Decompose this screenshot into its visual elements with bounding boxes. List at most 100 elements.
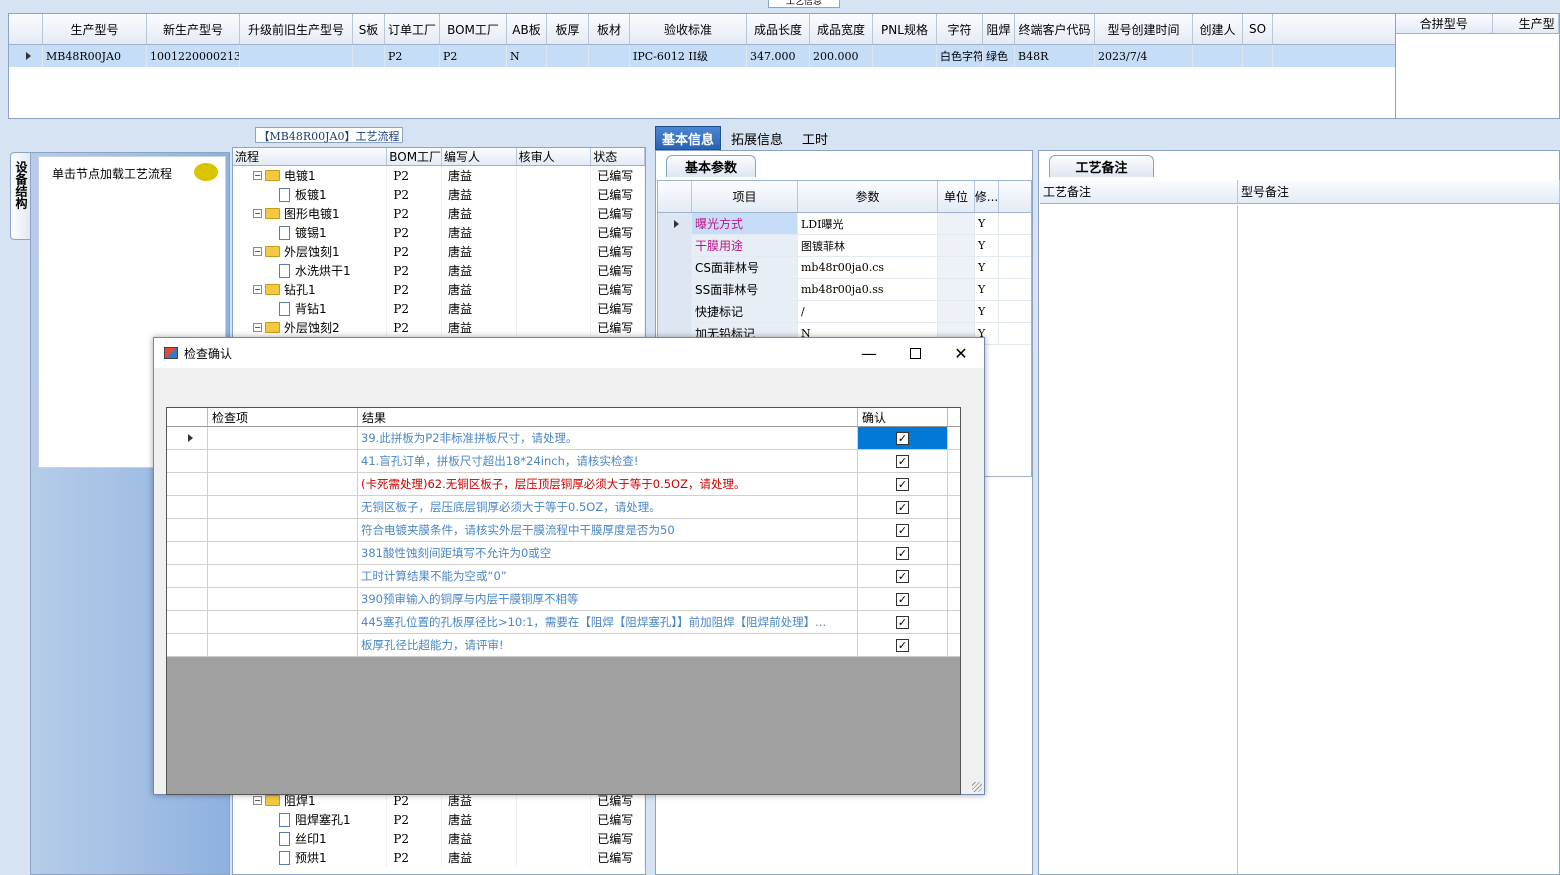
column-header[interactable]: SO bbox=[1243, 14, 1273, 44]
table-cell[interactable] bbox=[353, 45, 385, 67]
table-row[interactable]: 快捷标记 / Y bbox=[658, 301, 1031, 323]
param-value[interactable]: 图镀菲林 bbox=[798, 235, 938, 256]
check-row[interactable]: 445塞孔位置的孔板厚径比>10:1，需要在【阻焊【阻焊塞孔】】前加阻焊【阻焊前… bbox=[167, 611, 960, 634]
confirm-checkbox[interactable]: ✓ bbox=[896, 477, 909, 491]
table-cell[interactable]: 白色字符 bbox=[937, 45, 983, 67]
param-value[interactable]: / bbox=[798, 301, 938, 322]
column-header[interactable]: PNL规格 bbox=[873, 14, 937, 44]
column-header[interactable]: 生产型 bbox=[1493, 14, 1559, 33]
check-row[interactable]: 381酸性蚀刻间距填写不允许为0或空 ✓ bbox=[167, 542, 960, 565]
column-header[interactable]: 板厚 bbox=[547, 14, 589, 44]
table-cell[interactable] bbox=[547, 45, 589, 67]
param-item[interactable]: SS面菲林号 bbox=[692, 279, 798, 300]
column-header[interactable]: 创建人 bbox=[1193, 14, 1243, 44]
column-header[interactable]: 型号备注 bbox=[1238, 180, 1560, 203]
confirm-cell[interactable]: ✓ bbox=[858, 611, 948, 633]
check-row[interactable]: 板厚孔径比超能力，请评审! ✓ bbox=[167, 634, 960, 657]
column-header[interactable]: 型号创建时间 bbox=[1095, 14, 1193, 44]
tree-node[interactable]: 阻焊塞孔1 P2 唐益 已编写 bbox=[233, 810, 645, 829]
confirm-cell[interactable]: ✓ bbox=[858, 634, 948, 656]
tree-node[interactable]: 预烘1 P2 唐益 已编写 bbox=[233, 848, 645, 867]
param-modifiable[interactable]: Y bbox=[975, 301, 999, 322]
table-cell[interactable] bbox=[1193, 45, 1243, 67]
confirm-cell[interactable]: ✓ bbox=[858, 542, 948, 564]
table-cell[interactable]: 10012200002134 bbox=[147, 45, 240, 67]
confirm-checkbox[interactable]: ✓ bbox=[896, 569, 909, 583]
column-header[interactable]: 合拼型号 bbox=[1396, 14, 1493, 33]
check-result[interactable]: 符合电镀夹膜条件，请核实外层干膜流程中干膜厚度是否为50 bbox=[358, 519, 858, 541]
check-row[interactable]: 390预审输入的铜厚与内层干膜铜厚不相等 ✓ bbox=[167, 588, 960, 611]
column-header[interactable]: 修... bbox=[975, 181, 999, 212]
column-header[interactable]: 验收标准 bbox=[630, 14, 747, 44]
column-header[interactable]: 核审人 bbox=[517, 148, 592, 165]
check-item[interactable] bbox=[208, 588, 358, 610]
tree-node[interactable]: 水洗烘干1 P2 唐益 已编写 bbox=[233, 261, 645, 280]
tab-basic-info[interactable]: 基本信息 bbox=[655, 126, 721, 150]
check-item[interactable] bbox=[208, 473, 358, 495]
check-result[interactable]: 41.盲孔订单，拼板尺寸超出18*24inch，请核实检查! bbox=[358, 450, 858, 472]
row-selector[interactable] bbox=[167, 542, 208, 564]
column-header[interactable]: 板材 bbox=[589, 14, 630, 44]
tree-node[interactable]: 背钻1 P2 唐益 已编写 bbox=[233, 299, 645, 318]
top-tab-process-info[interactable]: 工艺信息 bbox=[768, 0, 840, 8]
check-result[interactable]: 381酸性蚀刻间距填写不允许为0或空 bbox=[358, 542, 858, 564]
confirm-checkbox[interactable]: ✓ bbox=[896, 454, 909, 468]
row-selector[interactable] bbox=[167, 588, 208, 610]
check-item[interactable] bbox=[208, 542, 358, 564]
confirm-checkbox[interactable]: ✓ bbox=[896, 500, 909, 514]
collapse-icon[interactable]: − bbox=[253, 171, 262, 180]
table-cell[interactable]: 绿色 bbox=[983, 45, 1015, 67]
check-result[interactable]: 39.此拼板为P2非标准拼板尺寸，请处理。 bbox=[358, 427, 858, 449]
column-header[interactable]: 确认 bbox=[858, 408, 948, 426]
column-header[interactable]: 终端客户代码 bbox=[1015, 14, 1095, 44]
param-modifiable[interactable]: Y bbox=[975, 213, 999, 234]
check-item[interactable] bbox=[208, 519, 358, 541]
collapse-icon[interactable]: − bbox=[253, 796, 262, 805]
column-header[interactable]: 检查项 bbox=[208, 408, 358, 426]
collapse-icon[interactable]: − bbox=[253, 247, 262, 256]
collapse-icon[interactable]: − bbox=[253, 209, 262, 218]
collapse-icon[interactable]: − bbox=[253, 323, 262, 332]
check-item[interactable] bbox=[208, 427, 358, 449]
table-cell[interactable]: 347.000 bbox=[747, 45, 810, 67]
basic-params-tab[interactable]: 基本参数 bbox=[666, 155, 756, 177]
param-unit[interactable] bbox=[938, 213, 975, 234]
row-selector[interactable] bbox=[658, 279, 692, 300]
confirm-cell[interactable]: ✓ bbox=[858, 427, 948, 449]
tree-node[interactable]: 镀锡1 P2 唐益 已编写 bbox=[233, 223, 645, 242]
row-selector[interactable] bbox=[658, 257, 692, 278]
column-header[interactable]: 状态 bbox=[591, 148, 645, 165]
check-result[interactable]: (卡死需处理)62.无铜区板子，层压顶层铜厚必须大于等于0.5OZ，请处理。 bbox=[358, 473, 858, 495]
row-selector[interactable] bbox=[167, 450, 208, 472]
table-cell[interactable]: 200.000 bbox=[810, 45, 873, 67]
column-header[interactable]: 项目 bbox=[692, 181, 798, 212]
table-cell[interactable]: 2023/7/4 bbox=[1095, 45, 1193, 67]
check-result[interactable]: 板厚孔径比超能力，请评审! bbox=[358, 634, 858, 656]
column-header[interactable]: 成品长度 bbox=[747, 14, 810, 44]
column-header[interactable]: 订单工厂 bbox=[385, 14, 440, 44]
column-header[interactable]: 字符 bbox=[937, 14, 983, 44]
column-header[interactable]: 生产型号 bbox=[43, 14, 147, 44]
confirm-cell[interactable]: ✓ bbox=[858, 565, 948, 587]
column-header[interactable]: 升级前旧生产型号 bbox=[240, 14, 353, 44]
table-cell[interactable]: P2 bbox=[440, 45, 507, 67]
table-row[interactable]: CS面菲林号 mb48r00ja0.cs Y bbox=[658, 257, 1031, 279]
check-result[interactable]: 390预审输入的铜厚与内层干膜铜厚不相等 bbox=[358, 588, 858, 610]
maximize-button[interactable] bbox=[892, 338, 938, 368]
column-header[interactable]: 编写人 bbox=[442, 148, 517, 165]
minimize-button[interactable]: — bbox=[846, 338, 892, 368]
collapse-icon[interactable]: − bbox=[253, 285, 262, 294]
confirm-checkbox[interactable]: ✓ bbox=[896, 592, 909, 606]
row-selector[interactable] bbox=[167, 634, 208, 656]
table-row[interactable]: 曝光方式 LDI曝光 Y bbox=[658, 213, 1031, 235]
column-header[interactable]: 流程 bbox=[233, 148, 388, 165]
param-unit[interactable] bbox=[938, 235, 975, 256]
row-selector[interactable] bbox=[658, 213, 692, 234]
param-item[interactable]: 干膜用途 bbox=[692, 235, 798, 256]
row-selector[interactable] bbox=[167, 611, 208, 633]
param-value[interactable]: mb48r00ja0.ss bbox=[798, 279, 938, 300]
check-item[interactable] bbox=[208, 496, 358, 518]
param-modifiable[interactable]: Y bbox=[975, 279, 999, 300]
check-item[interactable] bbox=[208, 634, 358, 656]
check-row[interactable]: 41.盲孔订单，拼板尺寸超出18*24inch，请核实检查! ✓ bbox=[167, 450, 960, 473]
